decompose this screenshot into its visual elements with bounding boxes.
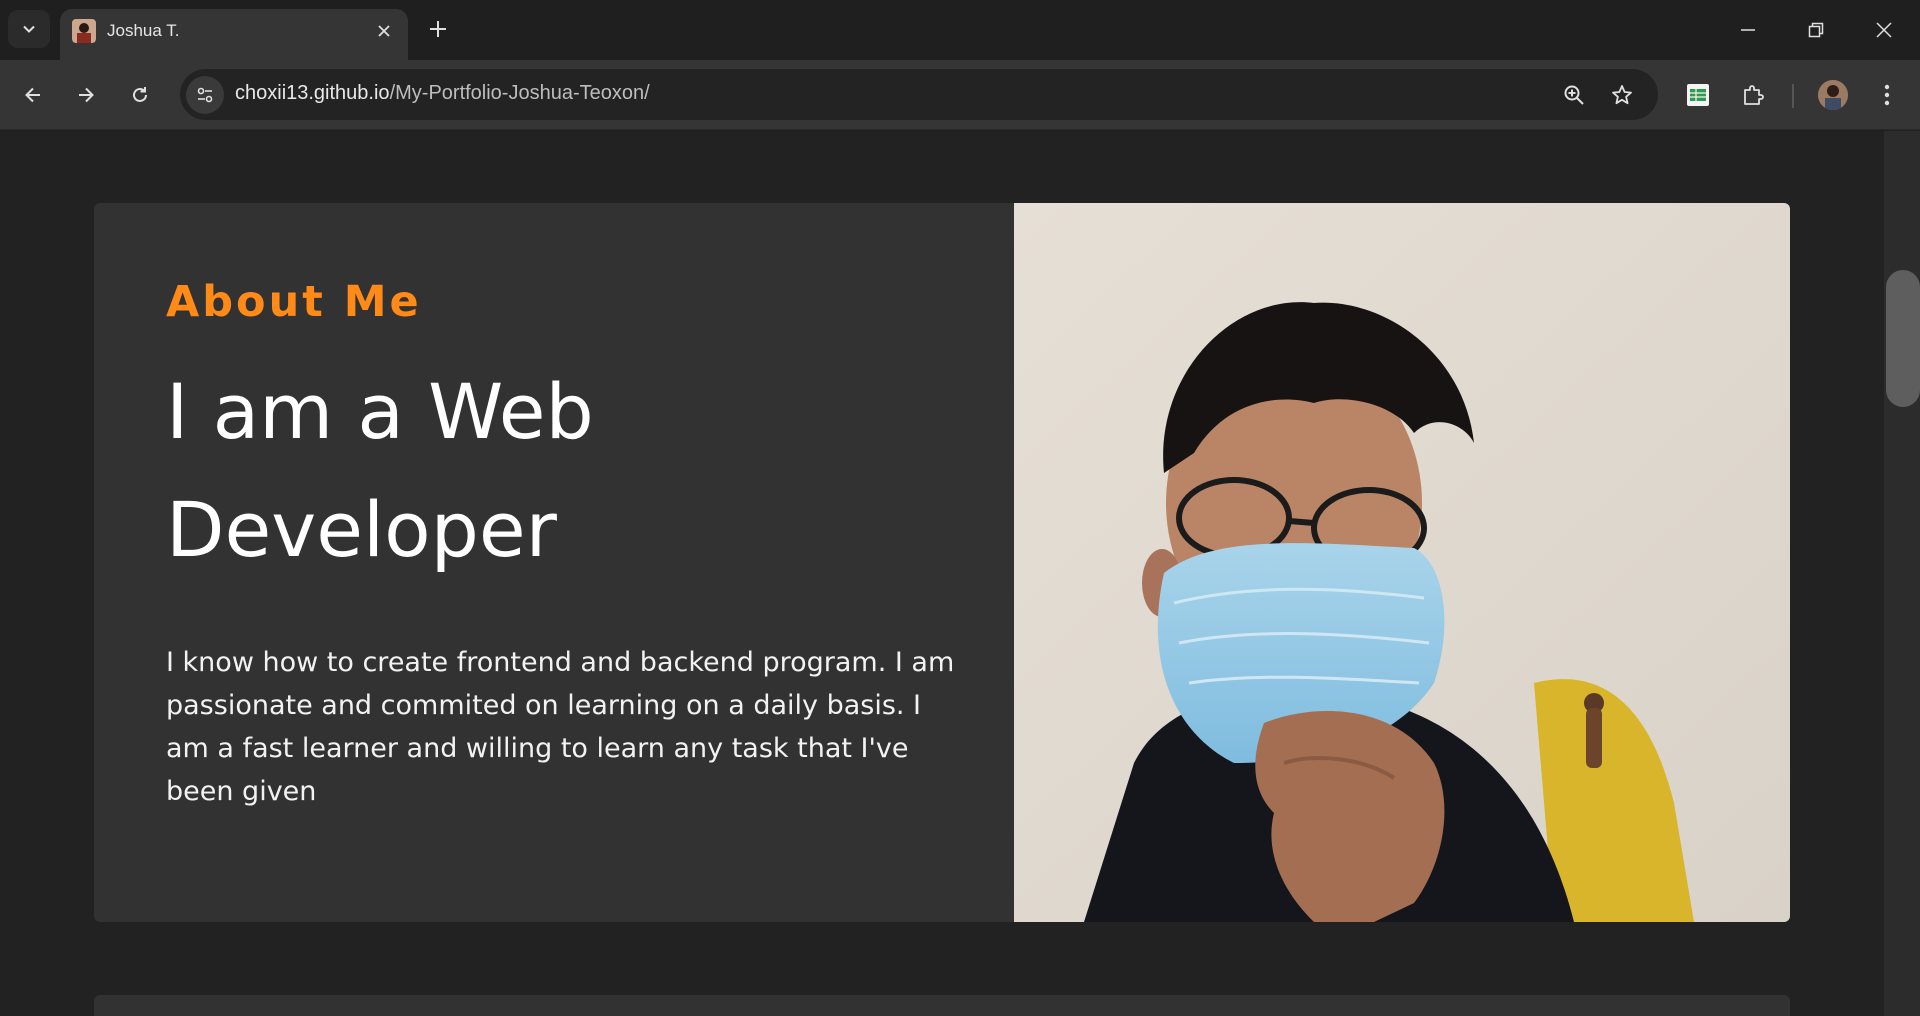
zoom-button[interactable]: [1558, 79, 1590, 111]
zoom-in-icon: [1564, 85, 1584, 105]
tab-active[interactable]: Joshua T.: [60, 9, 408, 60]
tab-search-button[interactable]: [8, 10, 50, 48]
url-host: choxii13.github.io: [235, 82, 390, 104]
portrait-photo: [1014, 203, 1790, 922]
tab-title: Joshua T.: [107, 21, 180, 40]
close-icon: [378, 25, 390, 37]
sheets-icon: [1687, 84, 1709, 106]
about-section: About Me I am a Web Developer I know how…: [94, 203, 1790, 922]
headline-line-2: Developer: [166, 485, 557, 574]
browser-toolbar: choxii13.github.io/My-Portfolio-Joshua-T…: [0, 60, 1920, 130]
plus-icon: [430, 21, 446, 37]
minimize-button[interactable]: [1726, 8, 1770, 52]
about-eyebrow: About Me: [166, 277, 422, 327]
puzzle-icon: [1744, 85, 1764, 105]
reload-icon: [133, 87, 147, 102]
close-window-button[interactable]: [1862, 8, 1906, 52]
headline-line-1: I am a Web: [166, 367, 594, 456]
browser-menu-button[interactable]: [1868, 76, 1906, 114]
bookmark-button[interactable]: [1606, 79, 1638, 111]
arrow-left-icon: [25, 87, 40, 103]
address-bar[interactable]: choxii13.github.io/My-Portfolio-Joshua-T…: [180, 69, 1658, 120]
profile-avatar[interactable]: [1818, 80, 1848, 110]
page-viewport: About Me I am a Web Developer I know how…: [0, 131, 1884, 1016]
url-text[interactable]: choxii13.github.io/My-Portfolio-Joshua-T…: [235, 82, 650, 105]
restore-icon: [1808, 22, 1824, 38]
back-button[interactable]: [14, 76, 52, 114]
new-tab-button[interactable]: [423, 14, 453, 44]
forward-button[interactable]: [67, 76, 105, 114]
scrollbar-thumb[interactable]: [1886, 270, 1920, 407]
page-scrollbar[interactable]: [1884, 131, 1920, 1016]
reload-button[interactable]: [121, 76, 159, 114]
chevron-down-icon: [23, 25, 35, 33]
tune-icon: [197, 87, 213, 103]
restore-button[interactable]: [1794, 8, 1838, 52]
tab-strip: Joshua T.: [0, 0, 1920, 60]
sheets-extension-button[interactable]: [1679, 76, 1717, 114]
about-bio: I know how to create frontend and backen…: [166, 647, 955, 807]
site-info-button[interactable]: [186, 76, 224, 114]
kebab-menu-icon: [1884, 84, 1890, 106]
portrait-favicon: [72, 19, 96, 43]
about-text-block: About Me I am a Web Developer I know how…: [166, 277, 956, 813]
close-icon: [1876, 22, 1892, 38]
tab-close-button[interactable]: [372, 19, 396, 43]
extensions-button[interactable]: [1734, 76, 1772, 114]
about-headline: I am a Web Developer: [166, 353, 956, 589]
star-icon: [1612, 85, 1632, 105]
next-section-card: [94, 995, 1790, 1016]
url-path: /My-Portfolio-Joshua-Teoxon/: [389, 82, 650, 104]
toolbar-divider: [1792, 84, 1794, 108]
arrow-right-icon: [79, 87, 94, 103]
minimize-icon: [1741, 29, 1755, 31]
